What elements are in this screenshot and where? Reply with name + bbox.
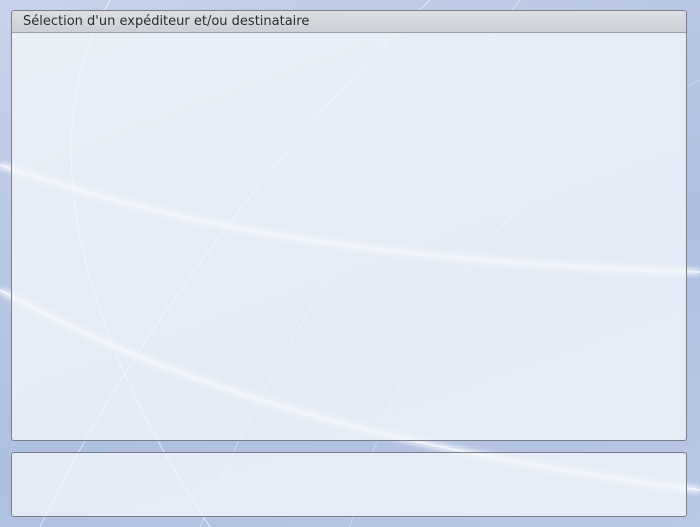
selection-panel: Sélection d'un expéditeur et/ou destinat… [11, 10, 687, 441]
action-panel [11, 452, 687, 517]
desktop-background: Sélection d'un expéditeur et/ou destinat… [0, 0, 700, 527]
panel-title: Sélection d'un expéditeur et/ou destinat… [12, 11, 686, 33]
action-panel-content [12, 453, 686, 516]
selection-panel-content [12, 33, 686, 440]
